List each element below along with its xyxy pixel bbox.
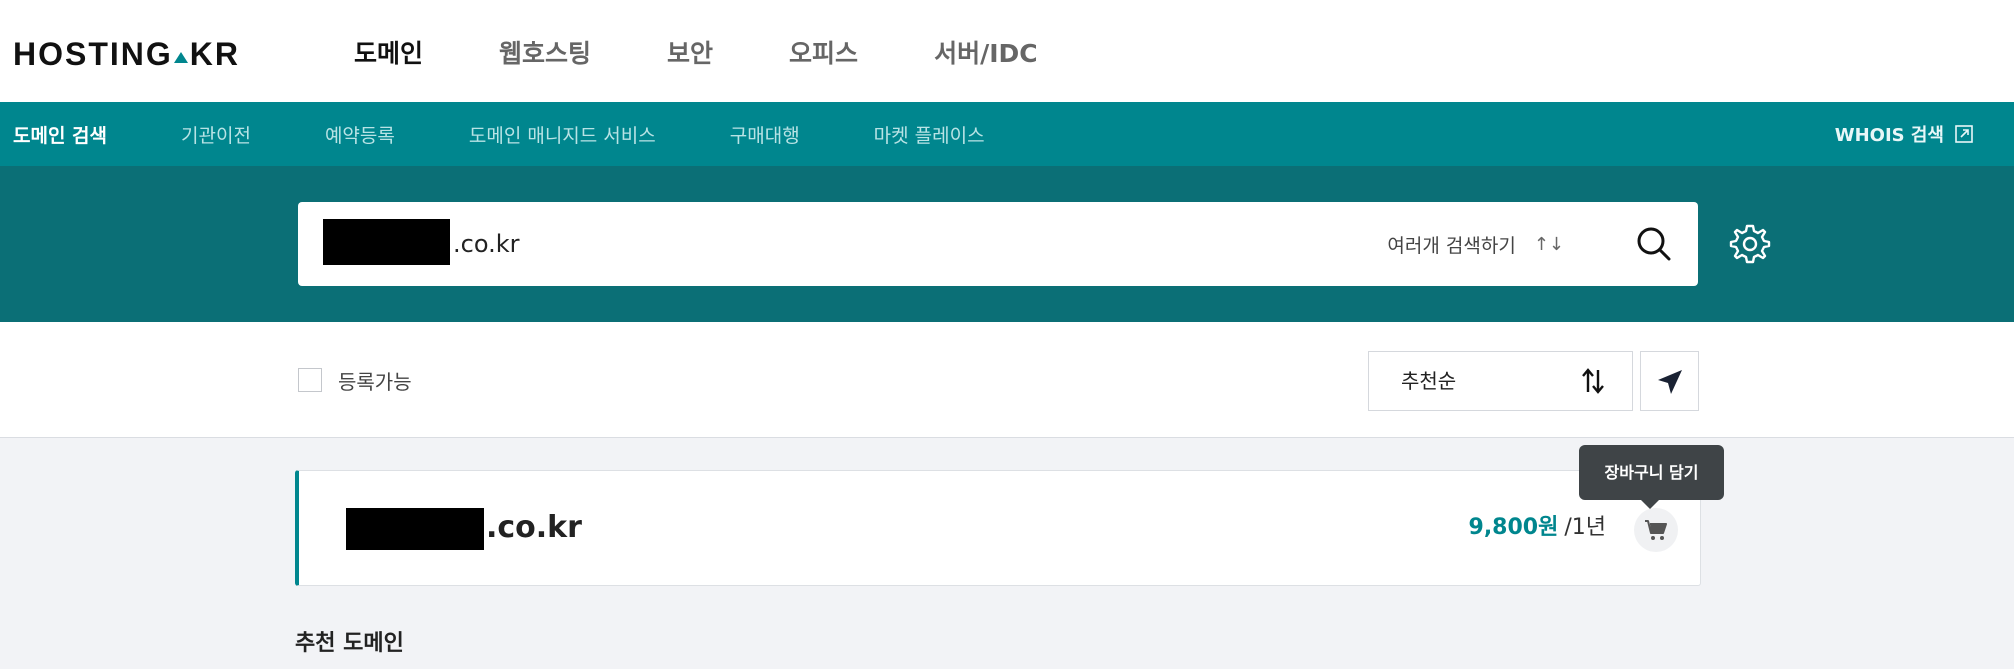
logo-suffix: KR xyxy=(189,36,240,72)
gnb-webhosting[interactable]: 웹호스팅 xyxy=(499,34,591,74)
multi-search-label: 여러개 검색하기 xyxy=(1387,234,1516,257)
redacted-text xyxy=(346,508,484,550)
external-link-icon xyxy=(1955,125,1973,143)
share-button[interactable] xyxy=(1640,351,1699,411)
available-only-checkbox[interactable] xyxy=(298,368,322,392)
top-header: HOSTING KR 도메인 웹호스팅 보안 오피스 서버/IDC xyxy=(0,0,2014,102)
gnb-security[interactable]: 보안 xyxy=(667,34,713,74)
search-band: .co.kr 여러개 검색하기 ↑↓ xyxy=(0,166,2014,322)
swap-arrows-icon: ↑↓ xyxy=(1533,233,1564,255)
subnav-reservation[interactable]: 예약등록 xyxy=(325,121,395,148)
filter-row: 등록가능 추천순 xyxy=(0,322,2014,438)
logo-text: HOSTING xyxy=(13,36,173,72)
subnav-marketplace[interactable]: 마켓 플레이스 xyxy=(874,121,985,148)
recommended-domains-title: 추천 도메인 xyxy=(295,631,404,656)
logo-dot-icon xyxy=(173,52,188,63)
domain-result-card[interactable]: .co.kr 9,800원/1년 xyxy=(295,470,1701,586)
sort-select[interactable]: 추천순 xyxy=(1368,351,1633,411)
subnav-transfer[interactable]: 기관이전 xyxy=(181,121,251,148)
domain-search-input[interactable]: .co.kr 여러개 검색하기 ↑↓ xyxy=(298,202,1698,286)
subnav-managed-service[interactable]: 도메인 매니지드 서비스 xyxy=(469,121,656,148)
sort-value: 추천순 xyxy=(1401,369,1457,393)
sort-arrows-icon xyxy=(1582,368,1604,394)
redacted-text xyxy=(323,219,450,265)
multi-search-toggle[interactable]: 여러개 검색하기 ↑↓ xyxy=(1387,202,1564,286)
sub-nav: 도메인 검색 기관이전 예약등록 도메인 매니지드 서비스 구매대행 마켓 플레… xyxy=(0,102,2014,166)
search-settings-button[interactable] xyxy=(1728,222,1772,266)
gnb-server-idc[interactable]: 서버/IDC xyxy=(934,34,1038,74)
logo[interactable]: HOSTING KR xyxy=(13,36,240,72)
subnav-purchase-agency[interactable]: 구매대행 xyxy=(730,121,800,148)
gear-icon xyxy=(1729,224,1771,264)
search-icon xyxy=(1637,227,1671,261)
send-icon xyxy=(1658,370,1682,394)
add-to-cart-tooltip: 장바구니 담기 xyxy=(1579,445,1724,509)
whois-label: WHOIS 검색 xyxy=(1834,125,1944,146)
available-only-label[interactable]: 등록가능 xyxy=(338,366,412,395)
gnb-office[interactable]: 오피스 xyxy=(789,34,858,74)
result-domain-suffix: .co.kr xyxy=(486,510,582,545)
cart-icon xyxy=(1645,520,1667,540)
add-to-cart-button[interactable] xyxy=(1634,508,1678,552)
search-value-suffix: .co.kr xyxy=(453,230,520,258)
gnb-domain[interactable]: 도메인 xyxy=(354,34,423,74)
whois-search-link[interactable]: WHOIS 검색 xyxy=(1835,102,1974,166)
search-button[interactable] xyxy=(1634,224,1674,264)
global-nav: 도메인 웹호스팅 보안 오피스 서버/IDC xyxy=(354,34,1088,74)
subnav-domain-search[interactable]: 도메인 검색 xyxy=(13,121,107,148)
price-amount: 9,800원 xyxy=(1468,515,1559,540)
price-period: /1년 xyxy=(1564,515,1606,540)
